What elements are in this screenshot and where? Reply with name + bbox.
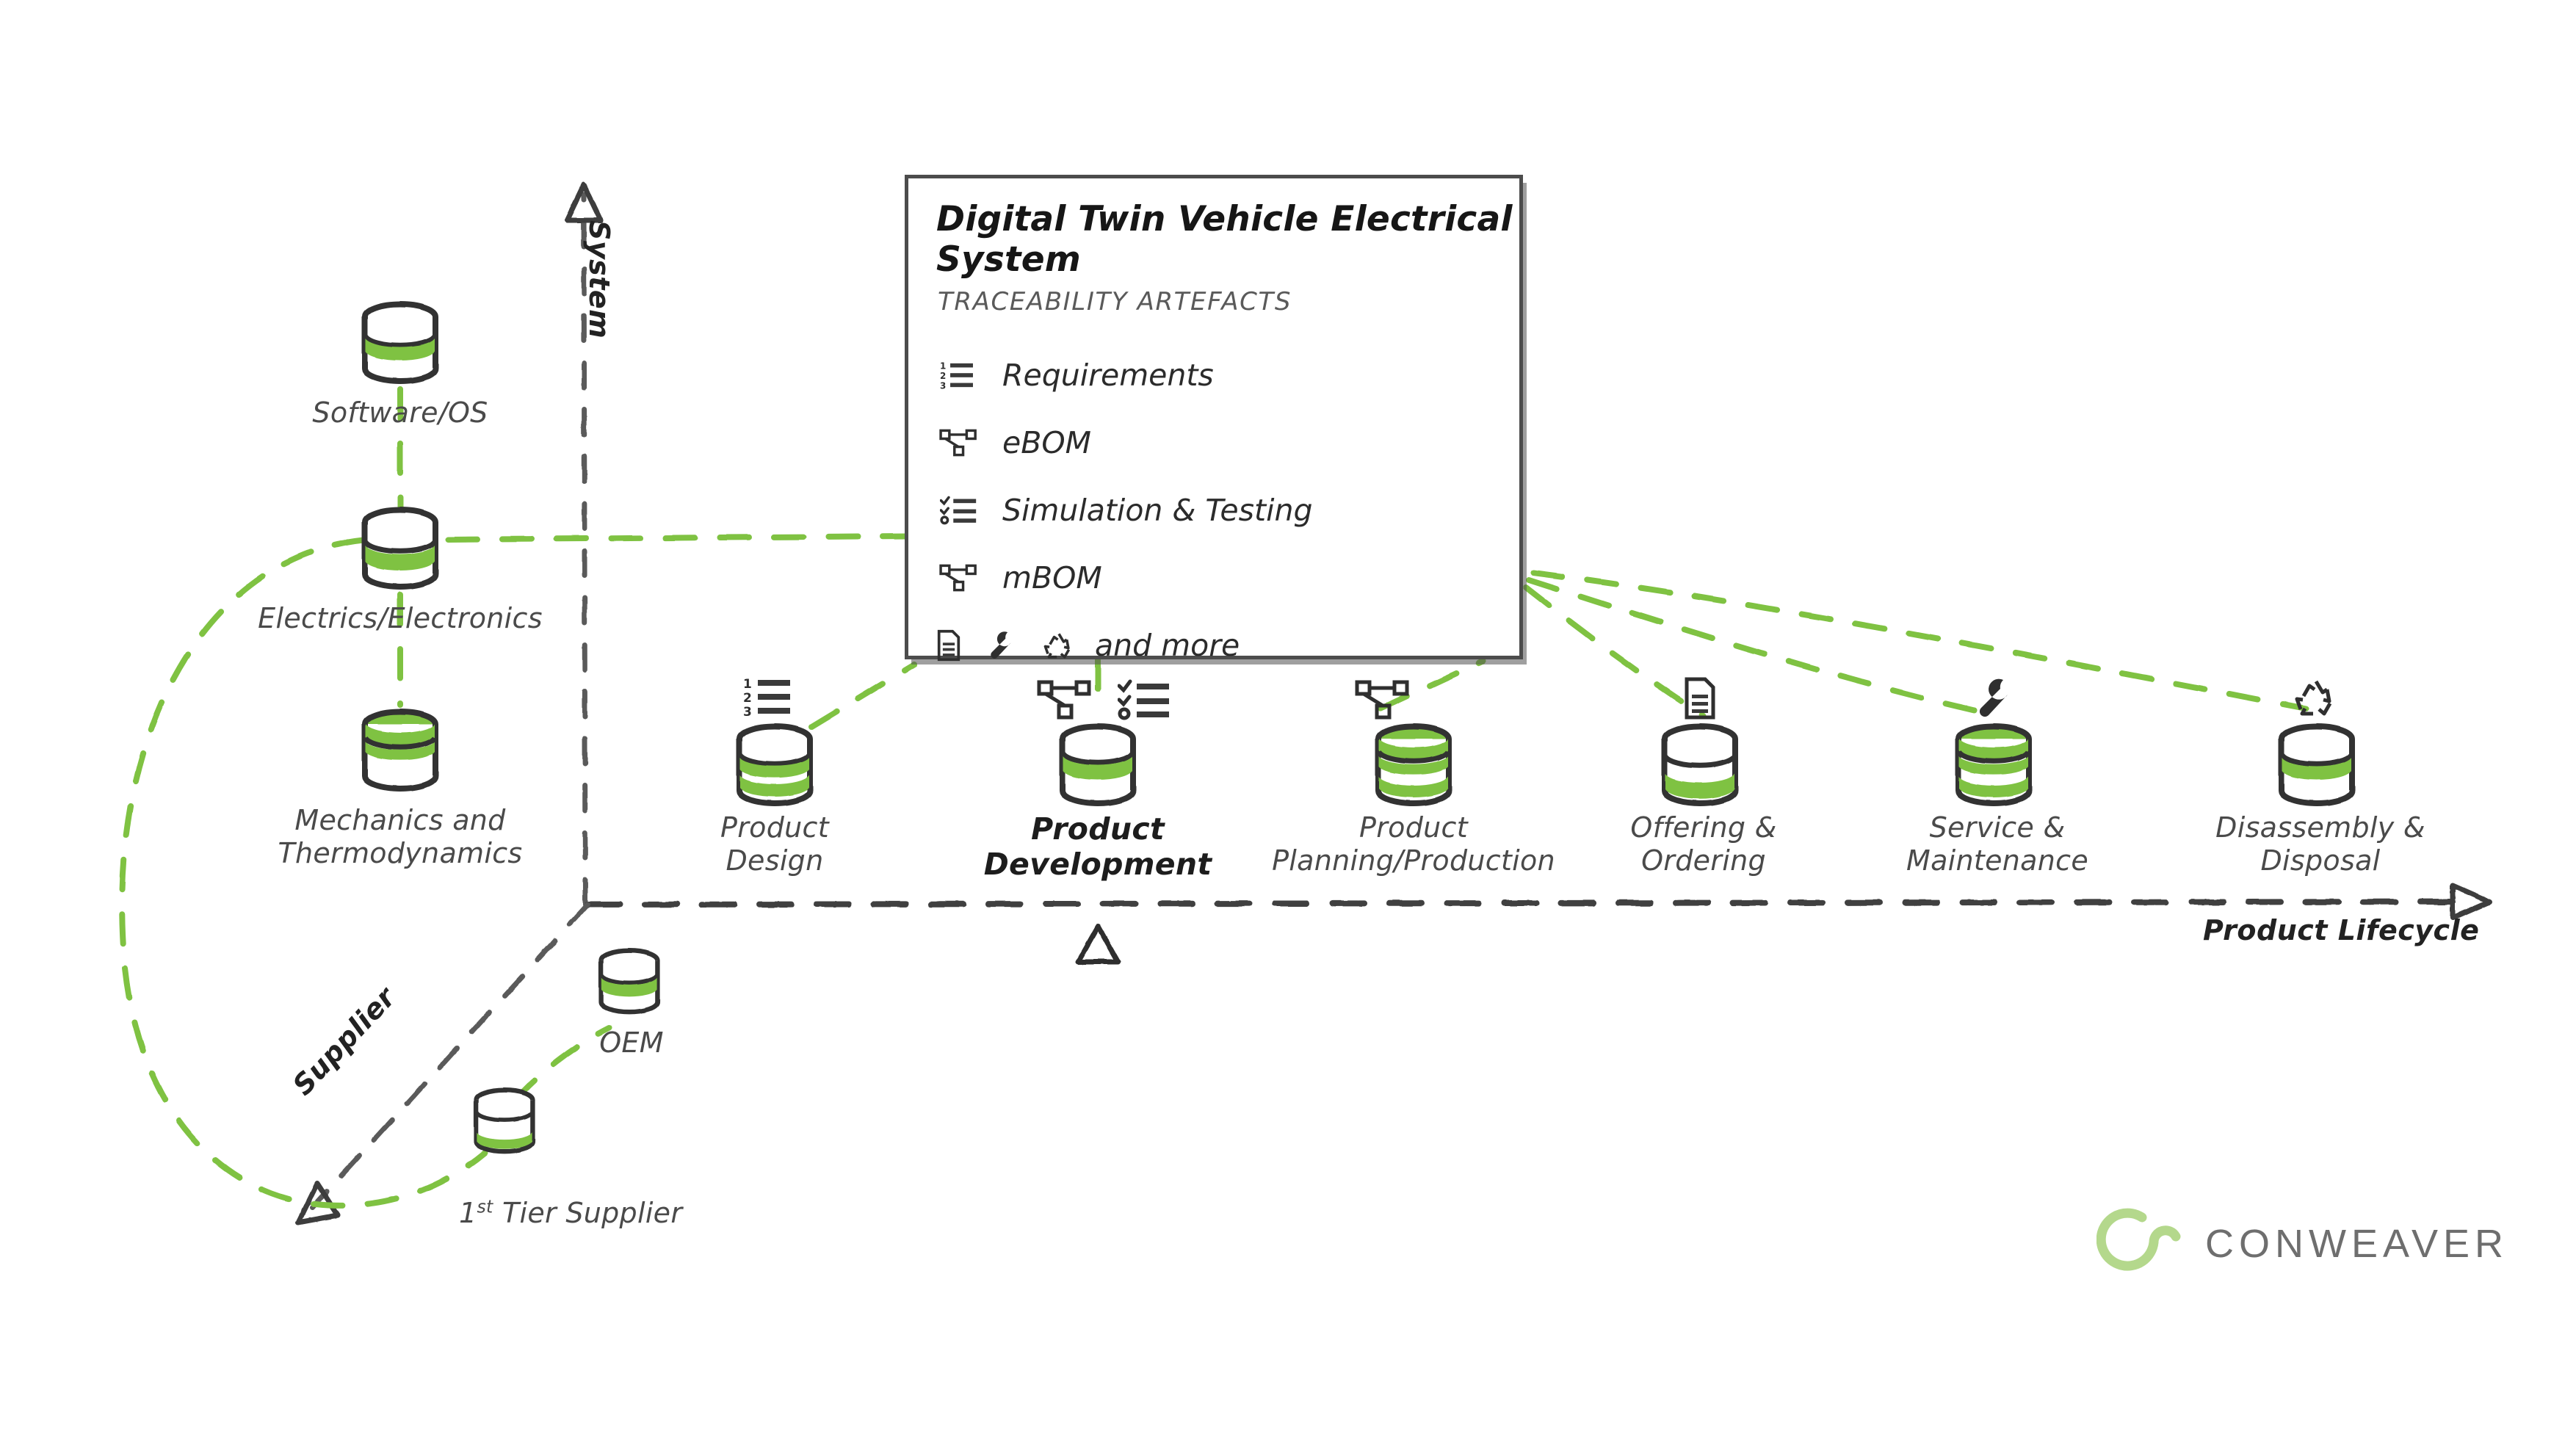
- card-item-requirements[interactable]: 123 Requirements: [908, 341, 1519, 409]
- database-cylinder-icon: [1375, 723, 1452, 806]
- first-tier-supplier-ordinal: st: [477, 1196, 493, 1217]
- numbered-list-icon: 123: [936, 359, 982, 391]
- node-product-development[interactable]: [1050, 720, 1146, 814]
- card-artefact-list: 123 Requirements eBOM Simulation & Testi…: [908, 341, 1519, 679]
- bom-tree-icon: [1037, 680, 1091, 720]
- node-label-service-maintenance: Service & Maintenance: [1906, 811, 2089, 877]
- node-label-product-planning-production: Product Planning/Production: [1272, 811, 1555, 877]
- card-item-ebom[interactable]: eBOM: [908, 409, 1519, 477]
- card-item-label: eBOM: [1002, 425, 1091, 460]
- card-title: Digital Twin Vehicle Electrical System: [936, 199, 1513, 280]
- node-service-maintenance[interactable]: [1946, 720, 2041, 814]
- database-cylinder-icon: [1662, 723, 1738, 806]
- axis-label-product-lifecycle: Product Lifecycle: [2203, 914, 2480, 946]
- node-disassembly-disposal[interactable]: [2269, 720, 2365, 814]
- link-electrics-to-supplier-arc: [119, 537, 488, 1209]
- conweaver-c-icon: [2096, 1208, 2181, 1271]
- card-item-label: mBOM: [1002, 560, 1102, 595]
- wrench-icon: [1979, 678, 2008, 717]
- node-label-oem: OEM: [599, 1026, 664, 1059]
- first-tier-supplier-text: 1: [459, 1196, 477, 1229]
- checklist-icon: [936, 495, 982, 526]
- recycle-icon: [1043, 631, 1074, 660]
- bom-tree-icon: [1355, 680, 1409, 720]
- node-product-planning-production[interactable]: [1366, 720, 1461, 814]
- svg-text:3: 3: [743, 705, 752, 718]
- database-cylinder-icon: [2279, 723, 2355, 806]
- stage-icon-service-maintenance: [1975, 677, 2016, 723]
- card-item-label: Simulation & Testing: [1002, 493, 1313, 528]
- node-offering-ordering[interactable]: [1652, 720, 1748, 814]
- recycle-icon: [2295, 680, 2332, 716]
- node-oem[interactable]: [591, 944, 667, 1023]
- numbered-list-icon: 123: [743, 677, 790, 720]
- stage-icon-disassembly-disposal: [2295, 677, 2337, 721]
- card-item-and-more[interactable]: and more: [908, 612, 1519, 679]
- document-icon: [1685, 677, 1715, 720]
- node-label-first-tier-supplier: 1st Tier Supplier: [459, 1196, 683, 1229]
- conweaver-logo: CONWEAVER: [2096, 1204, 2508, 1283]
- system-axis-arrowhead: [564, 182, 604, 223]
- current-stage-marker: [1075, 924, 1121, 965]
- card-item-label: Requirements: [1002, 358, 1214, 393]
- link-design-to-card: [808, 662, 917, 730]
- node-mechanics-thermodynamics[interactable]: [352, 705, 448, 800]
- node-first-tier-supplier[interactable]: [466, 1083, 543, 1162]
- database-cylinder-icon: [737, 723, 813, 806]
- database-cylinder-icon: [362, 709, 438, 792]
- stage-icon-offering-ordering: [1683, 677, 1717, 723]
- bom-tree-icon: [936, 562, 982, 593]
- database-cylinder-icon: [598, 948, 660, 1015]
- svg-text:1: 1: [940, 361, 946, 372]
- stage-icon-product-design: 123: [743, 676, 797, 721]
- card-item-simulation-testing[interactable]: Simulation & Testing: [908, 477, 1519, 544]
- database-cylinder-icon: [362, 507, 438, 590]
- card-subtitle: TRACEABILITY ARTEFACTS: [938, 287, 1292, 316]
- link-card-to-disassembly: [1530, 570, 2309, 711]
- lifecycle-axis-arrowhead: [2450, 883, 2492, 921]
- node-product-design[interactable]: [727, 720, 822, 814]
- card-item-mbom[interactable]: mBOM: [908, 544, 1519, 612]
- node-label-offering-ordering: Offering & Ordering: [1630, 811, 1777, 877]
- node-electrics-electronics[interactable]: [352, 503, 448, 598]
- node-label-software-os: Software/OS: [312, 396, 488, 429]
- node-label-electrics-electronics: Electrics/Electronics: [258, 602, 543, 634]
- node-label-disassembly-disposal: Disassembly & Disposal: [2215, 811, 2425, 877]
- database-cylinder-icon: [1060, 723, 1136, 806]
- database-cylinder-icon: [474, 1087, 535, 1154]
- node-software-os[interactable]: [352, 297, 448, 392]
- node-label-mechanics-thermodynamics: Mechanics and Thermodynamics: [278, 804, 523, 869]
- wrench-icon: [988, 630, 1017, 661]
- svg-text:2: 2: [940, 371, 946, 381]
- stage-icon-product-planning-production: [1355, 679, 1412, 723]
- svg-text:3: 3: [940, 380, 946, 391]
- link-card-to-offering: [1523, 584, 1707, 719]
- link-card-to-service: [1526, 577, 1986, 715]
- database-cylinder-icon: [362, 301, 438, 384]
- product-lifecycle-axis: [585, 883, 2492, 921]
- bom-tree-icon: [936, 427, 982, 458]
- card-item-label: and more: [1095, 628, 1240, 663]
- diagram-canvas: System Product Lifecycle Supplier Softwa…: [0, 0, 2576, 1434]
- document-icon: [936, 629, 961, 662]
- axis-label-system: System: [583, 220, 615, 339]
- stage-icon-product-development: [1037, 679, 1094, 723]
- node-label-product-design: Product Design: [720, 811, 829, 877]
- node-label-product-development: Product Development: [983, 811, 1212, 883]
- database-cylinder-icon: [1955, 723, 2032, 806]
- checklist-icon: [1117, 679, 1169, 720]
- stage-icon2-product-development: [1117, 679, 1172, 723]
- svg-text:2: 2: [743, 691, 752, 706]
- link-electrics-to-card: [445, 533, 908, 543]
- brand-name: CONWEAVER: [2205, 1222, 2509, 1266]
- digital-twin-card[interactable]: Digital Twin Vehicle Electrical System T…: [905, 175, 1523, 663]
- svg-text:1: 1: [743, 677, 752, 692]
